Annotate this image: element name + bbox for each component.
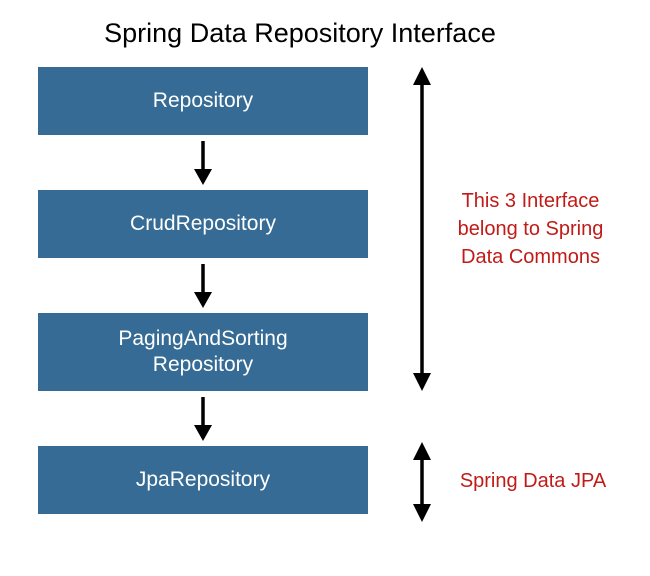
arrow-down-icon [191,262,215,310]
annotation-jpa-label: Spring Data JPA [460,470,606,492]
diagram-title: Spring Data Repository Interface [20,0,580,59]
arrow-paging-to-jpa [38,391,368,446]
double-arrow-icon [410,67,434,391]
annotation-commons: This 3 Interface belong to Spring Data C… [443,187,618,271]
box-crud-label: CrudRepository [130,211,276,237]
box-paging-line1: PagingAndSorting [118,327,287,350]
box-jpa-label: JpaRepository [136,467,270,493]
annotation-jpa: Spring Data JPA [448,467,618,495]
box-paging-line2: Repository [153,353,253,376]
bracket-arrow-commons [410,67,434,391]
arrow-repository-to-crud [38,135,368,190]
bracket-arrow-jpa [410,442,434,522]
box-crud-repository: CrudRepository [38,190,368,258]
annotation-commons-line3: Data Commons [461,246,600,268]
diagram-container: Repository CrudRepository PagingAndSorti… [38,67,650,514]
box-repository: Repository [38,67,368,135]
box-paging-label: PagingAndSorting Repository [118,326,287,379]
box-paging-sorting-repository: PagingAndSorting Repository [38,313,368,391]
arrow-crud-to-paging [38,258,368,313]
annotation-commons-line1: This 3 Interface [462,190,600,212]
arrow-down-icon [191,395,215,443]
annotation-commons-line2: belong to Spring [458,218,604,240]
box-repository-label: Repository [153,88,253,114]
arrow-down-icon [191,139,215,187]
double-arrow-icon [410,442,434,522]
box-jpa-repository: JpaRepository [38,446,368,514]
